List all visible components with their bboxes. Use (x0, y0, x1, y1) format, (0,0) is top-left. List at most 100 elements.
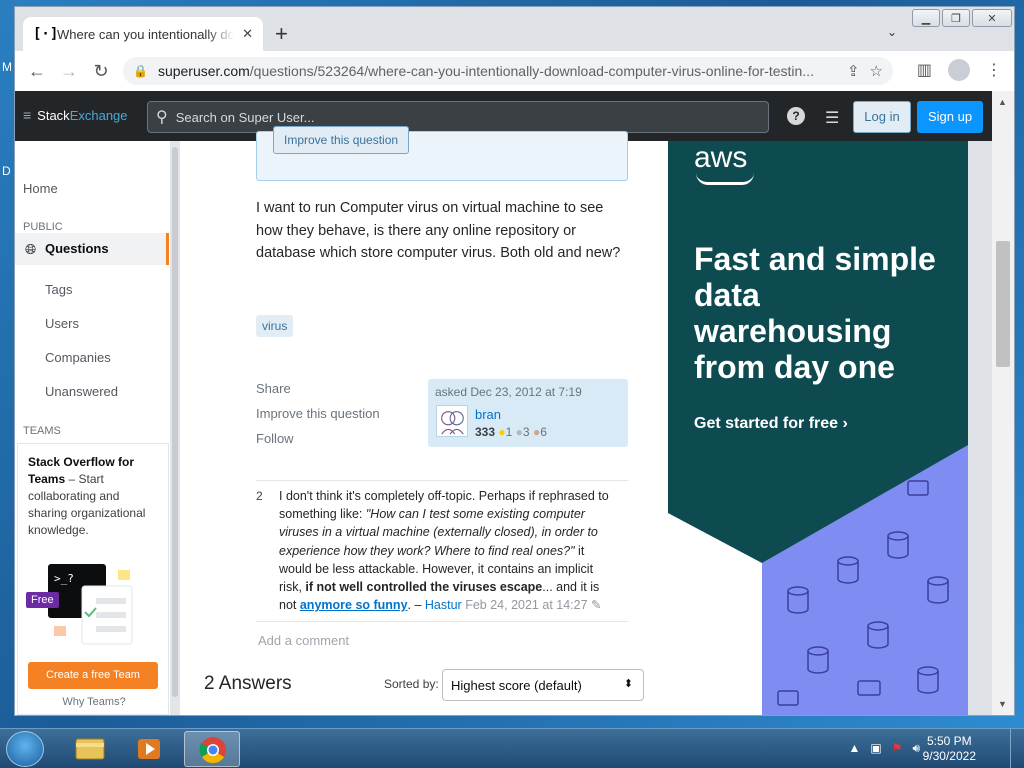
scroll-up-icon[interactable]: ▲ (998, 97, 1007, 107)
ad-database-pattern-icon (668, 441, 968, 715)
sidebar-section-public: PUBLIC (23, 221, 63, 233)
browser-menu-icon[interactable]: ⋮ (986, 60, 1002, 80)
user-name-link[interactable]: bran (475, 407, 501, 422)
taskbar-clock[interactable]: 5:50 PM 9/30/2022 (923, 734, 976, 764)
left-sidebar: Home PUBLIC 🌐︎ Questions Tags Users Comp… (15, 141, 179, 715)
create-team-button[interactable]: Create a free Team (28, 662, 158, 689)
browser-window: [·] Where can you intentionally download… (14, 6, 1015, 716)
globe-icon: 🌐︎ (25, 241, 37, 257)
comment-score: 2 (256, 489, 263, 503)
select-chevron-icon: ⬍ (623, 678, 633, 690)
url-text[interactable]: superuser.com/questions/523264/where-can… (158, 63, 837, 79)
improve-question-link[interactable]: Improve this question (256, 406, 380, 421)
question-notice: Improve this question (256, 126, 628, 181)
scrollbar-thumb[interactable] (996, 241, 1010, 367)
explorer-taskbar-icon[interactable] (62, 731, 118, 767)
aws-smile-icon (696, 173, 754, 185)
bookmark-star-icon[interactable]: ☆ (870, 62, 883, 80)
browser-tab[interactable]: [·] Where can you intentionally download… (23, 17, 263, 51)
teams-promo-text: Stack Overflow for Teams – Start collabo… (28, 455, 146, 537)
free-badge: Free (26, 592, 59, 608)
user-avatar[interactable] (436, 405, 468, 437)
window-controls: ▁ ❐ ✕ (912, 9, 1012, 27)
system-tray: ▲ ▣ ⚑ 🔊︎ (848, 741, 920, 756)
ad-cta-link[interactable]: Get started for free › (694, 415, 848, 433)
signup-button[interactable]: Sign up (917, 101, 983, 133)
media-player-taskbar-icon[interactable] (122, 731, 178, 767)
volume-icon[interactable]: 🔊︎ (912, 741, 920, 756)
user-reputation: 333 ●1 ●3 ●6 (475, 425, 547, 439)
edit-pencil-icon[interactable]: ✎ (591, 598, 601, 612)
side-panel-icon[interactable]: ▥ (917, 60, 932, 80)
stackexchange-logo[interactable]: ≡ StackExchange (23, 107, 128, 123)
comment-user-link[interactable]: Hastur (425, 598, 462, 612)
sidebar-item-home[interactable]: Home (23, 181, 58, 196)
divider (256, 480, 628, 481)
sidebar-item-unanswered[interactable]: Unanswered (45, 384, 118, 399)
stackexchange-logo-icon: ≡ (23, 107, 32, 123)
improve-question-notice-button[interactable]: Improve this question (273, 126, 410, 154)
sidebar-item-questions[interactable]: 🌐︎ Questions (15, 233, 169, 265)
help-icon[interactable]: ? (787, 107, 805, 125)
question-main: Improve this question I want to run Comp… (180, 126, 668, 715)
page-scrollbar[interactable]: ▲ ▼ (992, 91, 1014, 715)
share-icon[interactable]: ⇪ (847, 62, 860, 80)
chrome-taskbar-icon[interactable] (184, 731, 240, 767)
ad-headline: Fast and simple data warehousing from da… (694, 241, 936, 385)
advertisement[interactable]: aws Fast and simple data warehousing fro… (668, 141, 968, 715)
sidebar-scrollbar[interactable] (170, 141, 180, 715)
address-bar[interactable]: 🔒 superuser.com/questions/523264/where-c… (123, 57, 893, 85)
scroll-down-icon[interactable]: ▼ (998, 699, 1007, 709)
aws-logo: aws (694, 141, 748, 174)
clock-time: 5:50 PM (926, 734, 972, 748)
follow-link[interactable]: Follow (256, 431, 294, 446)
reload-icon[interactable]: ↻ (85, 61, 117, 82)
tag-virus[interactable]: virus (256, 315, 294, 337)
network-icon[interactable]: ▣ (870, 741, 881, 756)
asked-date: asked Dec 23, 2012 at 7:19 (435, 385, 582, 399)
back-icon[interactable]: ← (21, 61, 53, 82)
teams-promo: Stack Overflow for Teams – Start collabo… (17, 443, 169, 715)
lock-icon[interactable]: 🔒 (133, 64, 148, 78)
search-placeholder: Search on Super User... (175, 109, 315, 125)
close-window-icon[interactable]: ✕ (972, 9, 1012, 27)
share-link[interactable]: Share (256, 381, 291, 396)
svg-text:>_?: >_? (54, 572, 74, 585)
why-teams-link[interactable]: Why Teams? (18, 696, 170, 708)
action-center-flag-icon[interactable]: ⚑ (892, 741, 903, 756)
sidebar-item-label: Questions (45, 241, 109, 256)
search-icon: ⚲ (156, 109, 168, 126)
taskbar: ▲ ▣ ⚑ 🔊︎ 5:50 PM 9/30/2022 (0, 728, 1024, 768)
desktop-icon-label: M (2, 60, 12, 74)
add-comment-link[interactable]: Add a comment (258, 633, 349, 648)
sidebar-item-companies[interactable]: Companies (45, 350, 111, 365)
comment-link[interactable]: anymore so funny (300, 598, 408, 612)
login-button[interactable]: Log in (853, 101, 911, 133)
tab-search-chevron-icon[interactable]: ⌄ (887, 25, 897, 39)
sorted-by-label: Sorted by: (384, 677, 439, 691)
answers-count-heading: 2 Answers (204, 673, 292, 694)
search-input[interactable]: ⚲ Search on Super User... (147, 101, 769, 133)
profile-avatar-icon[interactable] (948, 59, 970, 81)
desktop-icon-label: D (2, 164, 11, 178)
comment-body: I don't think it's completely off-topic.… (279, 489, 609, 613)
clock-date: 9/30/2022 (922, 749, 976, 763)
question-body: I want to run Computer virus on virtual … (256, 200, 621, 261)
site-switcher-icon[interactable]: ☰ (825, 108, 839, 128)
new-tab-icon[interactable]: + (275, 23, 288, 45)
owner-card: asked Dec 23, 2012 at 7:19 bran 333 ●1 ●… (428, 379, 628, 447)
tab-title: Where can you intentionally download com… (57, 26, 235, 42)
forward-icon[interactable]: → (53, 61, 85, 82)
sidebar-item-tags[interactable]: Tags (45, 282, 72, 297)
show-desktop-button[interactable] (1010, 729, 1024, 768)
show-hidden-icons-icon[interactable]: ▲ (848, 741, 860, 756)
close-tab-icon[interactable]: ✕ (242, 26, 253, 42)
maximize-icon[interactable]: ❐ (942, 9, 970, 27)
sidebar-section-teams: TEAMS (23, 425, 61, 437)
start-button[interactable] (6, 731, 44, 767)
sort-select[interactable]: Highest score (default) ⬍ (442, 669, 644, 701)
sidebar-item-users[interactable]: Users (45, 316, 79, 331)
tab-strip: [·] Where can you intentionally download… (15, 7, 1014, 51)
minimize-icon[interactable]: ▁ (912, 9, 940, 27)
sidebar-scrollbar-thumb[interactable] (172, 147, 178, 697)
